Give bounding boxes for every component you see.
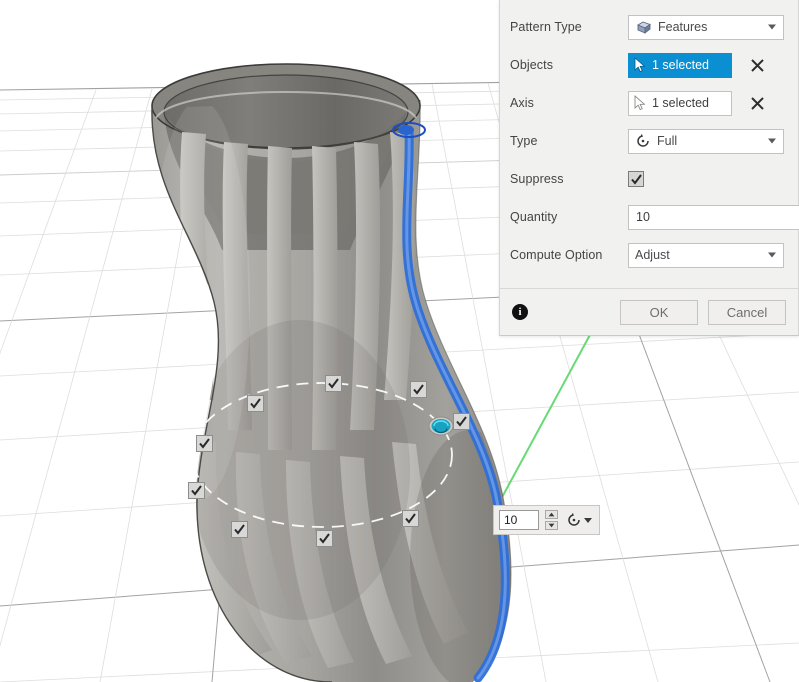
label-objects: Objects [510,58,554,72]
chevron-down-icon [768,138,776,144]
features-solid-icon [637,21,651,34]
pattern-instance-checkbox[interactable] [402,510,419,527]
pattern-instance-checkbox[interactable] [410,381,427,398]
pattern-instance-checkbox[interactable] [453,413,470,430]
check-icon [630,173,642,185]
application-window: 10 Pattern Type Features Objects 1 selec… [0,0,799,682]
chevron-down-icon [584,517,592,523]
cursor-arrow-icon [634,57,646,73]
vase-model-3d [151,63,512,682]
row-pattern-type: Pattern Type Features [500,8,798,46]
close-x-icon [750,96,764,110]
row-compute-option: Compute Option Adjust [500,236,798,274]
row-type: Type Full [500,122,798,160]
pattern-instance-checkbox[interactable] [316,530,333,547]
cancel-button[interactable]: Cancel [708,299,786,325]
quantity-input[interactable] [628,204,799,230]
row-objects: Objects 1 selected [500,46,798,84]
cursor-arrow-icon [634,95,646,111]
rotate-circle-icon [568,512,580,526]
pattern-type-value: Features [658,20,708,34]
objects-selection-value: 1 selected [652,58,709,72]
pattern-instance-checkbox[interactable] [231,521,248,538]
canvas-pattern-type-dropdown[interactable] [564,512,594,528]
chevron-down-icon [768,24,776,30]
pattern-instance-checkbox[interactable] [325,375,342,392]
dialog-body: Pattern Type Features Objects 1 selected… [500,0,799,288]
ok-button[interactable]: OK [620,299,698,325]
label-pattern-type: Pattern Type [510,20,582,34]
label-type: Type [510,134,538,148]
pattern-instance-checkbox[interactable] [247,395,264,412]
canvas-spinner-down[interactable] [545,521,558,530]
info-icon[interactable]: i [512,304,528,320]
pattern-type-dropdown[interactable]: Features [628,14,784,40]
label-axis: Axis [510,96,535,110]
axis-selection-button[interactable]: 1 selected [628,90,732,116]
canvas-quantity-spinner[interactable] [545,510,558,530]
circular-pattern-dialog: Pattern Type Features Objects 1 selected… [499,0,799,336]
row-quantity: Quantity [500,198,799,236]
quantity-field[interactable] [628,204,799,230]
compute-option-dropdown[interactable]: Adjust [628,242,784,268]
compute-option-value: Adjust [635,248,670,262]
pattern-instance-checkbox[interactable] [188,482,205,499]
suppress-checkbox[interactable] [628,171,644,187]
row-suppress: Suppress [500,160,798,198]
canvas-quantity-manipulator[interactable]: 10 [493,505,600,535]
rotate-drag-handle[interactable] [428,415,454,437]
row-axis: Axis 1 selected [500,84,798,122]
canvas-spinner-up[interactable] [545,510,558,519]
canvas-quantity-input[interactable]: 10 [499,510,539,530]
label-suppress: Suppress [510,172,564,186]
objects-clear-button[interactable] [746,54,768,76]
label-quantity: Quantity [510,210,558,224]
objects-selection-button[interactable]: 1 selected [628,52,732,78]
axis-selection-value: 1 selected [652,96,709,110]
chevron-down-icon [768,252,776,258]
type-dropdown[interactable]: Full [628,128,784,154]
dialog-footer: i OK Cancel [500,288,798,335]
label-compute-option: Compute Option [510,248,603,262]
type-value: Full [657,134,678,148]
axis-clear-button[interactable] [746,92,768,114]
rotate-circle-icon [637,133,649,147]
close-x-icon [750,58,764,72]
